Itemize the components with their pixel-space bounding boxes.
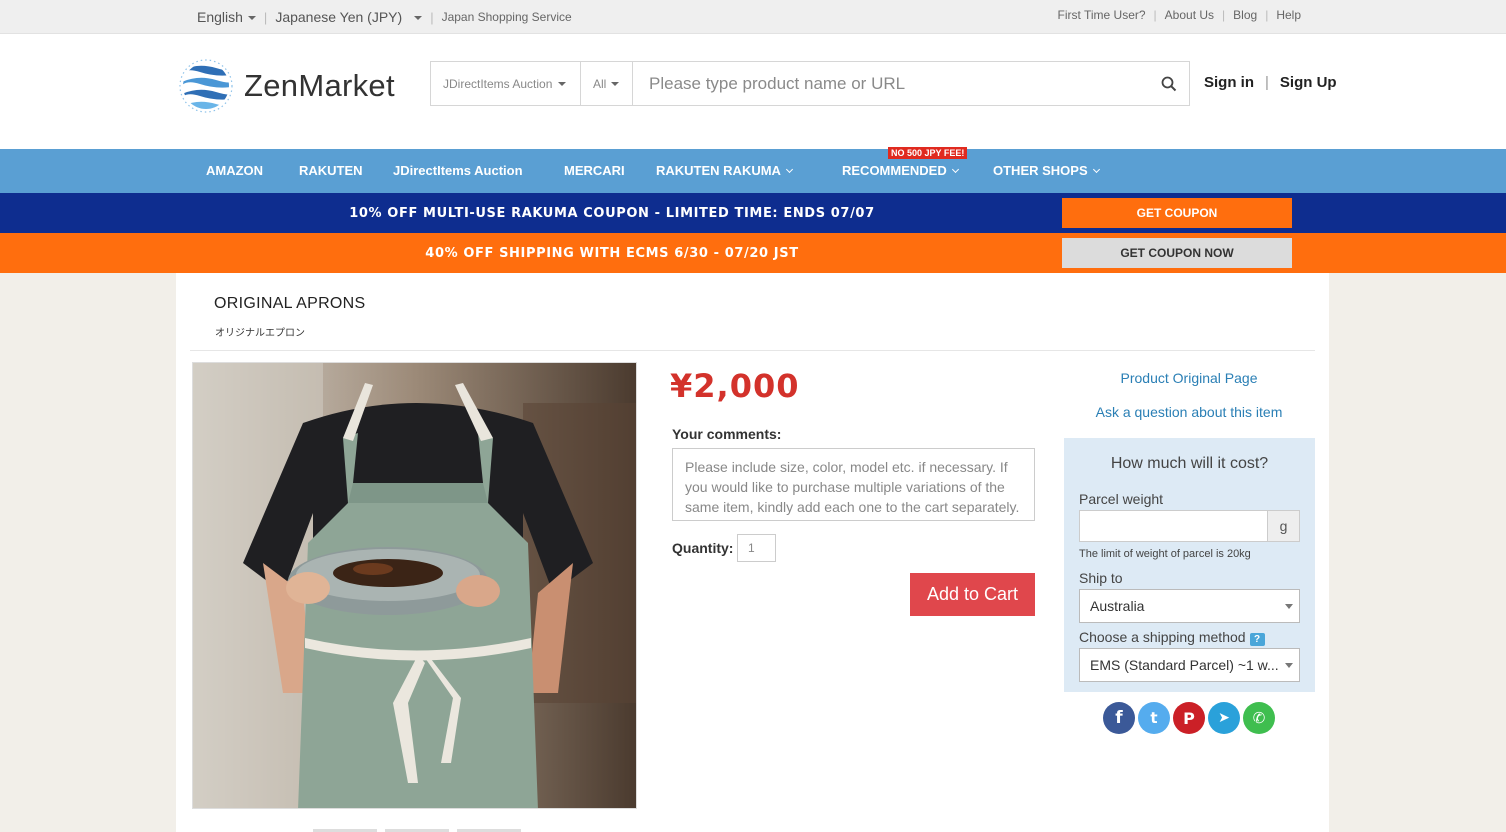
sign-up-link[interactable]: Sign Up	[1280, 74, 1337, 91]
whatsapp-icon[interactable]: ✆	[1243, 702, 1275, 734]
product-price: ¥2,000	[670, 367, 800, 405]
nav-item-mercari[interactable]: MERCARI	[564, 163, 625, 178]
product-original-page-link[interactable]: Product Original Page	[1064, 370, 1314, 386]
search-source-select[interactable]: JDirectItems Auction	[431, 62, 581, 105]
comments-label: Your comments:	[672, 426, 782, 442]
currency-selector[interactable]: Japanese Yen (JPY)	[275, 9, 423, 25]
logo-text: ZenMarket	[244, 68, 395, 103]
divider: |	[1265, 8, 1269, 22]
rakuma-coupon-banner: 10% OFF MULTI-USE RAKUMA COUPON - LIMITE…	[0, 193, 1506, 233]
search-bar: JDirectItems Auction All	[430, 61, 1190, 106]
top-bar: English | Japanese Yen (JPY) | Japan Sho…	[0, 0, 1506, 34]
divider: |	[1222, 8, 1226, 22]
chevron-down-icon	[951, 165, 959, 174]
calculator-title: How much will it cost?	[1110, 455, 1269, 472]
search-icon	[1161, 76, 1177, 91]
add-to-cart-button[interactable]: Add to Cart	[910, 573, 1035, 616]
currency-label: Japanese Yen (JPY)	[275, 9, 403, 25]
chevron-down-icon	[611, 81, 620, 86]
facebook-icon[interactable]: f	[1103, 702, 1135, 734]
divider: |	[263, 9, 268, 25]
ship-to-value: Australia	[1090, 598, 1145, 614]
sign-in-link[interactable]: Sign in	[1204, 74, 1254, 91]
first-time-user-link[interactable]: First Time User?	[1058, 8, 1146, 22]
dropdown-arrow-icon	[1285, 604, 1293, 609]
shipping-coupon-banner: 40% OFF SHIPPING WITH ECMS 6/30 - 07/20 …	[0, 233, 1506, 273]
search-input[interactable]	[633, 62, 1149, 105]
nav-item-other-shops[interactable]: OTHER SHOPS	[993, 163, 1100, 178]
chevron-down-icon	[785, 165, 793, 174]
nav-item-rakuten[interactable]: RAKUTEN	[299, 163, 363, 178]
weight-limit-note: The limit of weight of parcel is 20kg	[1079, 548, 1251, 560]
site-header: ZenMarket JDirectItems Auction All Sign …	[0, 34, 1506, 149]
ask-question-link[interactable]: Ask a question about this item	[1064, 404, 1314, 420]
search-category-label: All	[593, 76, 607, 91]
shipping-method-label: Choose a shipping method?	[1079, 629, 1265, 646]
divider	[190, 350, 1315, 351]
social-share: f t P ➤ ✆	[1103, 702, 1278, 734]
get-coupon-button[interactable]: GET COUPON	[1062, 198, 1292, 228]
telegram-icon[interactable]: ➤	[1208, 702, 1240, 734]
product-panel: ORIGINAL APRONS オリジナルエプロン ¥2,000 Your co…	[176, 273, 1329, 832]
twitter-icon[interactable]: t	[1138, 702, 1170, 734]
product-image[interactable]	[192, 362, 637, 809]
no-fee-badge: NO 500 JPY FEE!	[888, 147, 968, 159]
ship-to-label: Ship to	[1079, 570, 1123, 586]
shipping-method-select[interactable]: EMS (Standard Parcel) ~1 w...	[1079, 648, 1300, 682]
parcel-weight-label: Parcel weight	[1079, 491, 1164, 507]
nav-item-rakuma-label: RAKUTEN RAKUMA	[656, 163, 781, 178]
search-source-label: JDirectItems Auction	[443, 76, 553, 91]
logo[interactable]: ZenMarket	[176, 58, 395, 114]
apron-photo	[193, 363, 636, 808]
divider: |	[1265, 74, 1269, 91]
shipping-method-label-text: Choose a shipping method	[1079, 629, 1246, 645]
search-category-select[interactable]: All	[581, 62, 633, 105]
quantity-label: Quantity:	[672, 540, 734, 556]
shipping-method-value: EMS (Standard Parcel) ~1 w...	[1090, 657, 1279, 673]
weight-unit: g	[1267, 510, 1300, 542]
chevron-down-icon	[1092, 165, 1100, 174]
chevron-down-icon	[247, 16, 256, 21]
pinterest-icon[interactable]: P	[1173, 702, 1205, 734]
help-link[interactable]: Help	[1276, 8, 1301, 22]
nav-item-rakuma[interactable]: RAKUTEN RAKUMA	[656, 163, 793, 178]
nav-item-auction[interactable]: JDirectItems Auction	[393, 163, 523, 178]
banner-text: 40% OFF SHIPPING WITH ECMS 6/30 - 07/20 …	[425, 246, 799, 261]
about-us-link[interactable]: About Us	[1165, 8, 1214, 22]
auth-links: Sign in | Sign Up	[1204, 74, 1337, 91]
language-selector[interactable]: English	[197, 9, 256, 25]
nav-item-other-shops-label: OTHER SHOPS	[993, 163, 1088, 178]
zenmarket-logo-icon	[179, 59, 233, 113]
search-button[interactable]	[1149, 62, 1189, 105]
chevron-down-icon	[558, 81, 567, 86]
parcel-weight-input[interactable]	[1079, 510, 1268, 542]
blog-link[interactable]: Blog	[1233, 8, 1257, 22]
quantity-field[interactable]	[737, 534, 776, 562]
divider: |	[430, 9, 434, 25]
chevron-down-icon	[414, 16, 423, 21]
product-title: ORIGINAL APRONS	[214, 295, 366, 312]
cost-calculator: How much will it cost? Parcel weight g T…	[1064, 438, 1315, 692]
ship-to-select[interactable]: Australia	[1079, 589, 1300, 623]
nav-item-recommended[interactable]: RECOMMENDED	[842, 163, 959, 178]
service-label: Japan Shopping Service	[441, 10, 572, 24]
divider: |	[1153, 8, 1157, 22]
help-icon[interactable]: ?	[1249, 633, 1265, 646]
dropdown-arrow-icon	[1285, 663, 1293, 668]
comments-field[interactable]	[672, 448, 1035, 521]
get-coupon-now-button[interactable]: GET COUPON NOW	[1062, 238, 1292, 268]
language-label: English	[197, 9, 243, 25]
product-subtitle: オリジナルエプロン	[215, 328, 305, 339]
nav-item-amazon[interactable]: AMAZON	[206, 163, 263, 178]
main-nav: AMAZON RAKUTEN JDirectItems Auction MERC…	[0, 147, 1506, 193]
banner-text: 10% OFF MULTI-USE RAKUMA COUPON - LIMITE…	[349, 206, 875, 221]
nav-item-recommended-label: RECOMMENDED	[842, 163, 947, 178]
